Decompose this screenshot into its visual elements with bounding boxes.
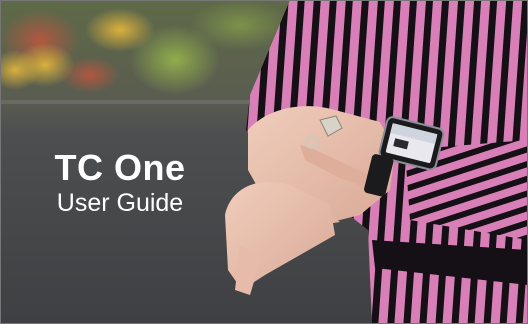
title-block: TC One User Guide [0,148,240,218]
document-title: TC One [54,147,186,188]
cover-page: TC One User Guide [0,0,528,324]
document-subtitle: User Guide [56,189,184,217]
